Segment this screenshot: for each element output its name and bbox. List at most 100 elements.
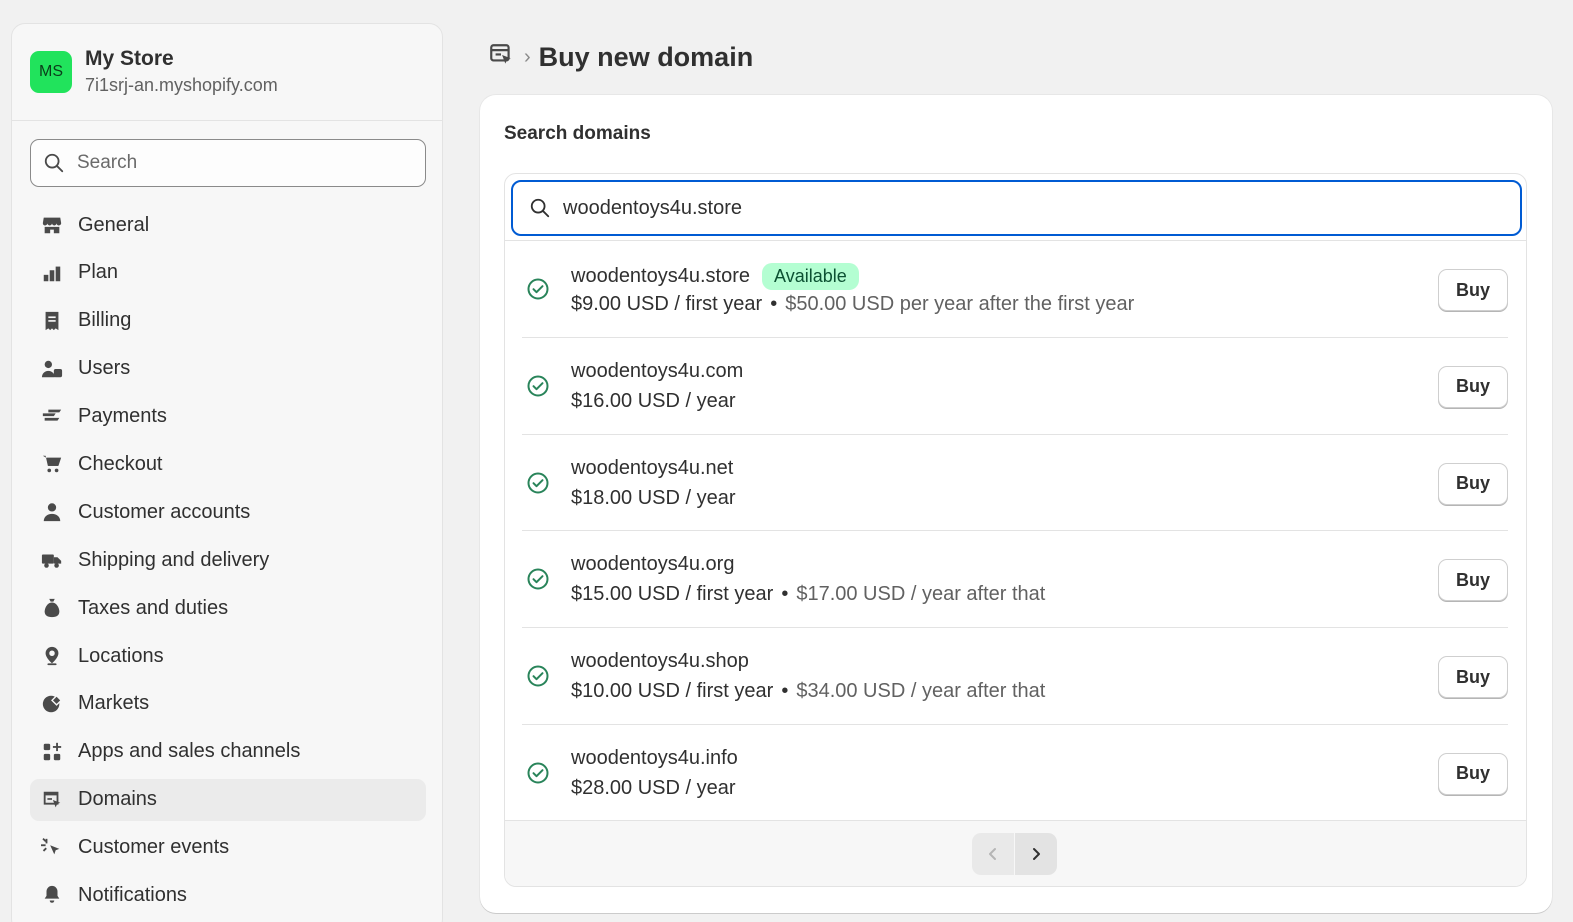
domain-result-row: woodentoys4u.com $16.00 USD / year Buy [522, 338, 1508, 435]
sidebar-item-taxes-and-duties[interactable]: Taxes and duties [30, 587, 426, 629]
domain-name-text: woodentoys4u.info [571, 746, 738, 769]
buy-button[interactable]: Buy [1438, 752, 1508, 795]
sidebar-item-label: General [78, 213, 150, 236]
chevron-right-icon [1033, 848, 1040, 860]
sidebar-item-customer-events[interactable]: Customer events [30, 827, 426, 869]
domain-name: woodentoys4u.com [571, 360, 743, 383]
sidebar-item-payments[interactable]: Payments [30, 396, 426, 438]
domain-name-text: woodentoys4u.shop [571, 650, 749, 673]
sidebar-item-label: Taxes and duties [78, 596, 229, 619]
check-circle-icon [527, 762, 549, 784]
sidebar-item-notifications[interactable]: Notifications [30, 874, 426, 916]
domain-name: woodentoys4u.org [571, 553, 734, 576]
buy-button[interactable]: Buy [1438, 559, 1508, 602]
sidebar-item-shipping-and-delivery[interactable]: Shipping and delivery [30, 539, 426, 581]
renewal-price: $34.00 USD / year after that [796, 680, 1046, 703]
sidebar-item-label: Domains [78, 788, 157, 811]
check-circle-icon [527, 568, 549, 590]
breadcrumb: › Buy new domain [488, 38, 753, 76]
separator-dot: • [781, 583, 789, 606]
domain-name: woodentoys4u.shop [571, 650, 749, 673]
sidebar-item-users[interactable]: Users [30, 348, 426, 390]
store-icon [40, 213, 64, 237]
domain-price: $18.00 USD / year [571, 487, 736, 510]
check-circle-icon [527, 472, 549, 494]
payments-icon [40, 405, 64, 429]
sidebar-item-locations[interactable]: Locations [30, 635, 426, 677]
sidebar-item-apps-and-sales-channels[interactable]: Apps and sales channels [30, 731, 426, 773]
sidebar-item-label: Customer events [78, 836, 230, 859]
domain-price: $9.00 USD / first year • $50.00 USD per ye… [571, 293, 1134, 316]
sidebar-item-general[interactable]: General [30, 204, 426, 246]
sidebar-item-label: Notifications [78, 883, 187, 906]
domain-price: $16.00 USD / year [571, 390, 736, 413]
domain-result-row: woodentoys4u.shop $10.00 USD / first year… [522, 628, 1508, 725]
separator-dot: • [770, 293, 778, 315]
location-icon [40, 644, 64, 668]
buy-button[interactable]: Buy [1438, 656, 1508, 699]
truck-icon [40, 548, 64, 572]
price-text: $9.00 USD / first year [571, 293, 763, 315]
price-text: $18.00 USD / year [571, 486, 736, 509]
apps-icon [40, 740, 64, 764]
settings-nav: General Plan Billing Users Payments Checkout C… [30, 204, 426, 922]
domain-result-row: woodentoys4u.org $15.00 USD / first year •… [522, 531, 1508, 629]
domain-name: woodentoys4u.info [571, 747, 738, 770]
separator-dot: • [781, 680, 789, 703]
domain-name: woodentoys4u.net [571, 457, 733, 480]
store-name: My Store [85, 47, 174, 70]
check-circle-icon [527, 278, 549, 300]
domain-price: $10.00 USD / first year • $34.00 USD / yea… [571, 680, 1045, 703]
price-text: $16.00 USD / year [571, 389, 736, 412]
domain-result-row: woodentoys4u.info $28.00 USD / year Buy [522, 725, 1508, 822]
status-badge: Available [762, 263, 859, 290]
next-page-button[interactable] [1015, 833, 1057, 875]
sidebar-item-customer-accounts[interactable]: Customer accounts [30, 491, 426, 533]
bell-icon [40, 883, 64, 907]
domain-search-input[interactable] [563, 196, 1463, 220]
sidebar-item-billing[interactable]: Billing [30, 300, 426, 342]
domain-results-box: woodentoys4u.store Available $9.00 USD / f… [504, 173, 1527, 887]
settings-sidebar: MS My Store 7i1srj-an.myshopify.com Gene… [11, 23, 443, 922]
sidebar-item-plan[interactable]: Plan [30, 252, 426, 294]
domain-name-text: woodentoys4u.net [571, 456, 734, 479]
sidebar-item-domains[interactable]: Domains [30, 778, 426, 821]
buy-button[interactable]: Buy [1438, 269, 1508, 311]
price-text: $15.00 USD / first year [571, 583, 774, 606]
page-title: Buy new domain [538, 41, 754, 72]
domain-result-row: woodentoys4u.net $18.00 USD / year Buy [522, 435, 1508, 532]
users-icon [40, 357, 64, 381]
settings-search-input[interactable] [77, 152, 407, 174]
store-header[interactable]: MS My Store 7i1srj-an.myshopify.com [12, 24, 442, 121]
sidebar-item-label: Checkout [78, 452, 163, 475]
globe-icon [40, 692, 64, 716]
domain-name-text: woodentoys4u.org [571, 553, 735, 576]
domain-icon [40, 788, 64, 812]
previous-page-button[interactable] [972, 833, 1014, 875]
sidebar-item-label: Apps and sales channels [78, 740, 301, 763]
cursor-click-icon [40, 836, 64, 860]
sidebar-item-label: Customer accounts [78, 500, 251, 523]
search-icon [530, 198, 550, 218]
sidebar-item-label: Plan [78, 261, 119, 284]
sidebar-item-label: Payments [78, 405, 167, 428]
chevron-right-icon: › [524, 45, 531, 68]
store-url: 7i1srj-an.myshopify.com [85, 75, 278, 95]
sidebar-item-checkout[interactable]: Checkout [30, 443, 426, 485]
pagination [505, 820, 1526, 886]
domain-icon[interactable] [488, 42, 514, 73]
plan-icon [40, 261, 64, 285]
sidebar-item-label: Users [78, 357, 131, 380]
sidebar-item-markets[interactable]: Markets [30, 683, 426, 725]
buy-button[interactable]: Buy [1438, 365, 1508, 408]
domain-result-row: woodentoys4u.store Available $9.00 USD / f… [522, 241, 1508, 338]
price-text: $28.00 USD / year [571, 776, 736, 799]
domain-price: $15.00 USD / first year • $17.00 USD / yea… [571, 583, 1045, 606]
domain-price: $28.00 USD / year [571, 777, 736, 800]
sidebar-item-label: Markets [78, 692, 150, 715]
buy-button[interactable]: Buy [1438, 462, 1508, 505]
domain-search[interactable] [511, 180, 1522, 236]
domain-name: woodentoys4u.store Available [571, 263, 859, 290]
settings-search[interactable] [30, 139, 426, 187]
cart-icon [40, 452, 64, 476]
